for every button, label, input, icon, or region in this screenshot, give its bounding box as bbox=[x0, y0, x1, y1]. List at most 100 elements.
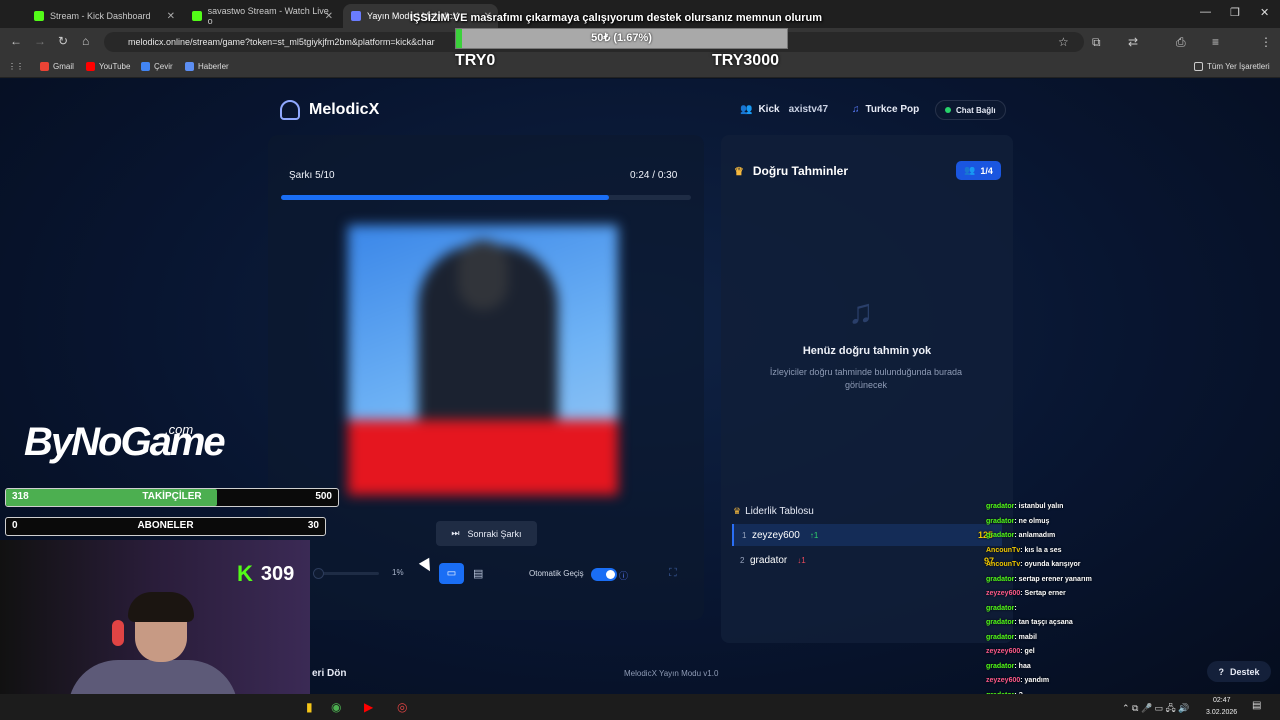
time-elapsed: 0:24 bbox=[630, 170, 650, 181]
print-icon[interactable]: ⎙ bbox=[1176, 35, 1186, 50]
help-icon: ? bbox=[1218, 666, 1224, 677]
volume-knob[interactable] bbox=[313, 568, 324, 579]
taskbar bbox=[0, 694, 1280, 720]
correct-guesses-title: ♛ Doğru Tahminler bbox=[734, 164, 848, 178]
chat-message: gradator: ne olmuş bbox=[986, 518, 1049, 525]
files-icon[interactable]: ▮ bbox=[306, 700, 313, 714]
song-progress-bar bbox=[281, 195, 691, 200]
kick-viewer-count: K 309 bbox=[237, 561, 294, 587]
followers-label: TAKİPÇİLER bbox=[142, 491, 202, 502]
chat-status-text: Chat Bağlı bbox=[956, 105, 996, 115]
empty-state-title: Henüz doğru tahmin yok bbox=[802, 345, 932, 357]
chat-username[interactable]: gradator bbox=[986, 663, 1014, 670]
music-note-icon: ♫ bbox=[848, 293, 874, 331]
media-icon[interactable]: ≡ bbox=[1212, 35, 1219, 49]
back-button[interactable]: eri Dön bbox=[312, 668, 346, 679]
chat-username[interactable]: gradator bbox=[986, 518, 1014, 525]
chat-username[interactable]: gradator bbox=[986, 634, 1014, 641]
translate-icon[interactable]: ⇄ bbox=[1128, 35, 1138, 49]
chat-text: : Sertap erner bbox=[1020, 590, 1066, 597]
minimize-icon[interactable]: — bbox=[1200, 6, 1211, 18]
back-icon[interactable]: ← bbox=[10, 34, 22, 48]
support-button[interactable]: ? Destek bbox=[1207, 661, 1271, 682]
chat-message: gradator: mabil bbox=[986, 634, 1037, 641]
chat-username[interactable]: gradator bbox=[986, 503, 1014, 510]
youtube-icon bbox=[86, 62, 95, 71]
folder-icon bbox=[1194, 62, 1203, 71]
reload-icon[interactable]: ↻ bbox=[58, 34, 68, 48]
chat-username[interactable]: zeyzey600 bbox=[986, 590, 1020, 597]
chat-username[interactable]: gradator bbox=[986, 532, 1014, 539]
tab-title: savastwo Stream - Watch Live o bbox=[207, 6, 329, 26]
chat-username[interactable]: zeyzey600 bbox=[986, 648, 1020, 655]
rank-change: ↓1 bbox=[797, 555, 806, 565]
chat-username[interactable]: gradator bbox=[986, 605, 1014, 612]
clock-date: 3.02.2026 bbox=[1206, 709, 1238, 716]
bookmark-star-icon[interactable]: ☆ bbox=[1058, 35, 1069, 49]
chat-text: : kıs la a ses bbox=[1020, 546, 1062, 554]
chat-message: zeyzey600: Sertap erner bbox=[986, 590, 1066, 597]
logo-text: MelodicX bbox=[309, 101, 380, 118]
notifications-icon[interactable]: ▤ bbox=[1252, 700, 1261, 711]
bookmark-youtube[interactable]: YouTube bbox=[86, 62, 130, 71]
extensions-icon[interactable]: ⧉ bbox=[1092, 35, 1101, 50]
melodicx-icon bbox=[351, 11, 361, 21]
bookmark-label: Haberler bbox=[198, 62, 229, 71]
chat-message: gradator: tan taşçı açsana bbox=[986, 619, 1073, 626]
next-song-button[interactable]: ⏭ Sonraki Şarkı bbox=[436, 521, 537, 546]
guess-count: 1/4 bbox=[980, 165, 993, 176]
close-icon[interactable]: ✕ bbox=[325, 11, 333, 22]
info-icon[interactable]: ⓘ bbox=[619, 569, 628, 582]
forward-icon[interactable]: → bbox=[34, 34, 46, 48]
time-total: 0:30 bbox=[657, 170, 678, 181]
leaderboard-row: 1 zeyzey600 ↑1 bbox=[732, 524, 1002, 546]
users-icon: 👥 bbox=[964, 165, 976, 175]
chat-message: gradator: bbox=[986, 605, 1017, 612]
bookmark-news[interactable]: Haberler bbox=[185, 62, 229, 71]
home-icon[interactable]: ⌂ bbox=[82, 34, 89, 48]
menu-icon[interactable]: ⋮ bbox=[1260, 35, 1272, 49]
chat-username[interactable]: gradator bbox=[986, 619, 1014, 626]
album-head bbox=[458, 240, 508, 310]
chat-text: : oyunda karışıyor bbox=[1020, 561, 1081, 568]
chat-text: : anlamadım bbox=[1014, 532, 1056, 539]
rank-change: ↑1 bbox=[809, 530, 819, 540]
chat-username[interactable]: zeyzey600 bbox=[986, 677, 1020, 684]
system-tray[interactable]: ⌃ ⧉ 🎤 ▭ 🖧 🔊 bbox=[1122, 701, 1189, 717]
obs-icon[interactable]: ◎ bbox=[397, 700, 407, 714]
tab-kick-dashboard[interactable]: Stream - Kick Dashboard ✕ bbox=[26, 4, 181, 28]
followers-goal: 318 TAKİPÇİLER 500 bbox=[5, 488, 339, 507]
album-cover-blurred bbox=[348, 225, 618, 495]
close-icon[interactable]: ✕ bbox=[167, 11, 175, 22]
display-mode-button[interactable]: ▭ bbox=[439, 563, 464, 584]
apps-icon[interactable]: ⋮⋮ bbox=[8, 62, 24, 71]
chat-message: gradator: sertap erener yanarım bbox=[986, 576, 1092, 583]
bookmark-label: Gmail bbox=[53, 62, 74, 71]
headphone-light bbox=[112, 620, 124, 646]
sponsor-logo-suffix: .com bbox=[165, 422, 194, 437]
bookmark-translate[interactable]: Çevir bbox=[141, 62, 173, 71]
tab-savastwo[interactable]: savastwo Stream - Watch Live o ✕ bbox=[184, 4, 339, 28]
restore-icon[interactable]: ❐ bbox=[1230, 6, 1240, 19]
all-bookmarks[interactable]: Tüm Yer İşaretleri bbox=[1194, 62, 1270, 71]
chat-username[interactable]: gradator bbox=[986, 576, 1014, 583]
bookmark-label: Tüm Yer İşaretleri bbox=[1207, 62, 1270, 71]
youtube-app-icon[interactable]: ▶ bbox=[364, 700, 373, 714]
chat-username[interactable]: AncounTv bbox=[986, 547, 1020, 554]
fullscreen-icon[interactable]: ⛶ bbox=[669, 567, 677, 580]
player-name: gradator bbox=[750, 554, 788, 566]
auto-advance-toggle[interactable] bbox=[591, 568, 617, 581]
compact-mode-button[interactable]: ▤ bbox=[473, 567, 483, 580]
gmail-icon bbox=[40, 62, 49, 71]
chrome-icon[interactable]: ◉ bbox=[331, 700, 341, 714]
bookmark-gmail[interactable]: Gmail bbox=[40, 62, 74, 71]
chat-username[interactable]: AncounTv bbox=[986, 561, 1020, 568]
crown-icon: ♛ bbox=[734, 165, 744, 178]
chat-message: gradator: istanbul yalın bbox=[986, 503, 1063, 510]
version-text: MelodicX Yayın Modu v1.0 bbox=[624, 669, 719, 678]
guess-count-badge: 👥 1/4 bbox=[956, 161, 1001, 180]
sponsor-logo: ByNoGame bbox=[24, 420, 226, 464]
app-logo[interactable]: MelodicX bbox=[280, 100, 379, 120]
bookmark-label: Çevir bbox=[154, 62, 173, 71]
close-window-icon[interactable]: ✕ bbox=[1260, 6, 1269, 19]
